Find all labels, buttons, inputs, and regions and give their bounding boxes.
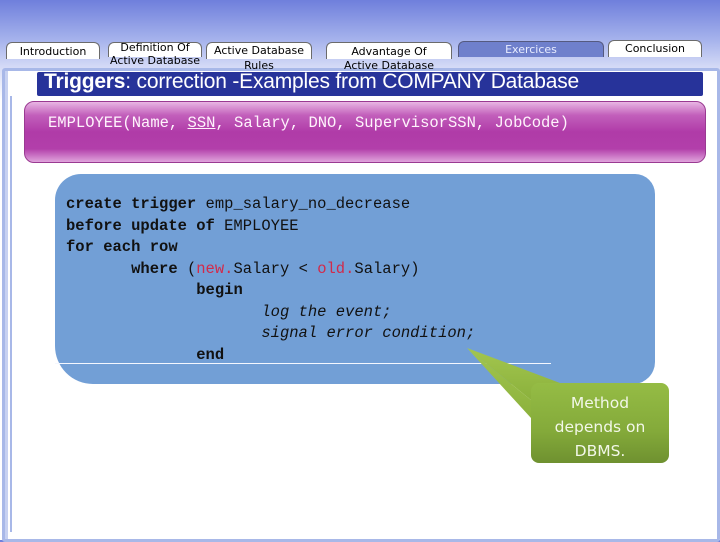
code-keyword: for each row xyxy=(66,238,178,256)
callout-note: Method depends on DBMS. xyxy=(531,383,669,463)
tab-label-line2: Active Database xyxy=(109,54,200,67)
section-tabs: Introduction Definition Of Active Databa… xyxy=(0,38,720,72)
tab-exercices[interactable]: Exercices xyxy=(458,41,604,57)
code-old-ref: old. xyxy=(317,259,355,278)
tab-introduction[interactable]: Introduction xyxy=(6,42,100,59)
schema-prefix: EMPLOYEE(Name, xyxy=(48,114,188,132)
slide-title-bold: Triggers xyxy=(44,70,126,93)
code-line: signal error condition; xyxy=(66,323,475,345)
callout-line: depends on xyxy=(554,418,646,436)
tab-label: Definition Of xyxy=(120,41,190,54)
tab-label: Exercices xyxy=(505,43,557,56)
code-keyword: create trigger xyxy=(66,195,197,213)
code-line: create trigger emp_salary_no_decrease xyxy=(66,194,475,216)
schema-box xyxy=(24,101,706,163)
code-line: where (new.Salary < old.Salary) xyxy=(66,259,475,281)
tab-label: Introduction xyxy=(19,45,87,58)
tab-conclusion[interactable]: Conclusion xyxy=(608,40,702,57)
code-text: ( xyxy=(177,259,197,278)
tab-active-database-rules[interactable]: Active Database Rules xyxy=(206,42,312,72)
tab-label: Advantage Of xyxy=(351,45,427,58)
code-keyword: begin xyxy=(196,281,243,299)
tab-definition-of-active-database[interactable]: Definition Of Active Database xyxy=(108,41,202,67)
code-text: emp_salary_no_decrease xyxy=(196,195,411,213)
callout-line: Method xyxy=(570,394,630,412)
tab-label: Active Database xyxy=(213,44,304,57)
slide-title-rest: : correction -Examples from COMPANY Data… xyxy=(125,70,580,93)
code-new-ref: new. xyxy=(196,259,234,278)
frame-inner-line xyxy=(10,96,12,532)
employee-schema: EMPLOYEE(Name, SSN, Salary, DNO, Supervi… xyxy=(48,114,569,132)
code-line: begin xyxy=(66,280,475,302)
trigger-code: create trigger emp_salary_no_decrease bef… xyxy=(66,194,475,366)
code-text: Salary < xyxy=(233,259,318,278)
code-keyword: before update of xyxy=(66,216,215,235)
schema-suffix: , Salary, DNO, SupervisorSSN, JobCode) xyxy=(215,114,569,132)
tab-advantage-of-active-database[interactable]: Advantage Of Active Database xyxy=(326,42,452,72)
code-line: before update of EMPLOYEE xyxy=(66,216,475,238)
code-line: end xyxy=(66,345,475,367)
code-line: for each row xyxy=(66,237,475,259)
code-comment: log the event; xyxy=(261,302,392,321)
tab-label: Conclusion xyxy=(625,42,685,55)
slide-title: Triggers: correction -Examples from COMP… xyxy=(44,70,579,94)
code-comment: signal error condition; xyxy=(261,324,476,342)
code-line: log the event; xyxy=(66,302,475,324)
callout-line: DBMS. xyxy=(574,442,626,460)
schema-primary-key: SSN xyxy=(187,114,216,132)
code-keyword: where xyxy=(131,259,178,278)
code-text: Salary) xyxy=(354,259,420,278)
code-keyword: end xyxy=(196,345,225,364)
code-text: EMPLOYEE xyxy=(214,216,299,235)
